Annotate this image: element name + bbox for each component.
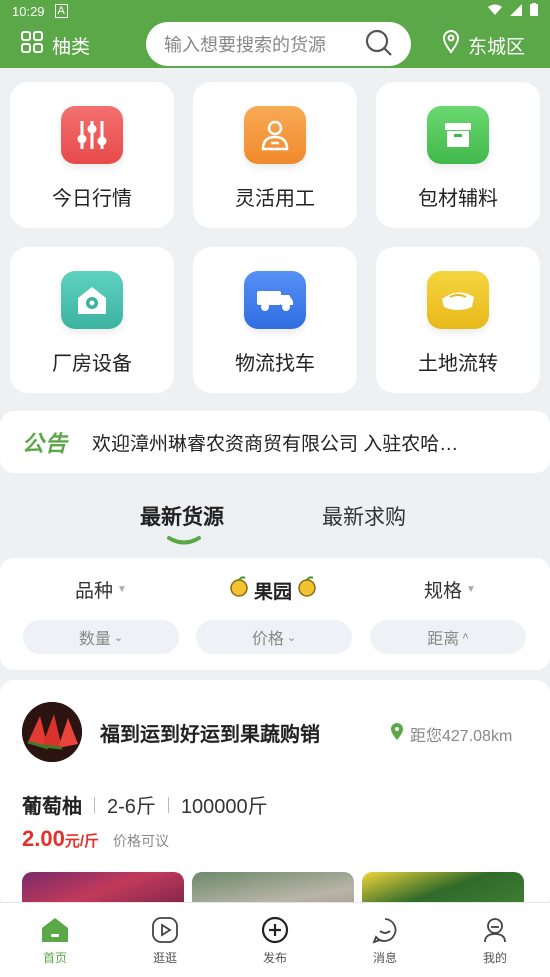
chevron-down-icon: ⌄ [113, 631, 124, 644]
shop-name[interactable]: 福到运到好运到果蔬购销 [100, 718, 320, 747]
menu-flexible-labor[interactable]: 灵活用工 [193, 82, 357, 228]
citrus-icon [296, 576, 318, 604]
caret-down-icon: ▼ [466, 584, 476, 595]
battery-icon [530, 3, 538, 19]
menu-label: 物流找车 [235, 353, 315, 375]
filter-label: 果园 [254, 581, 293, 603]
filter-variety[interactable]: 品种 ▼ [75, 576, 127, 603]
active-tab-indicator [167, 536, 201, 545]
location-label: 东城区 [468, 36, 526, 58]
nav-label: 我的 [482, 951, 507, 965]
filter-spec[interactable]: 规格 ▼ [424, 576, 476, 603]
filter-label: 价格 [251, 631, 284, 648]
menu-label: 包材辅料 [418, 188, 498, 210]
menu-factory-equipment[interactable]: 厂房设备 [10, 247, 174, 393]
nav-browse[interactable]: 逛逛 [110, 903, 220, 977]
supply-listing-card[interactable]: 福到运到好运到果蔬购销 距您427.08km 葡萄柚 2-6斤 100000斤 … [0, 680, 550, 910]
product-name: 葡萄柚 [22, 796, 82, 818]
nav-label: 发布 [262, 951, 287, 965]
tab-latest-demand[interactable]: 最新求购 [322, 501, 406, 531]
worker-icon [244, 106, 306, 164]
profile-icon [481, 915, 509, 945]
location-selector[interactable]: 东城区 [442, 30, 525, 60]
menu-land-transfer[interactable]: 土地流转 [376, 247, 540, 393]
play-icon [151, 915, 179, 945]
menu-today-market[interactable]: 今日行情 [10, 82, 174, 228]
sliders-icon [61, 106, 123, 164]
menu-packaging[interactable]: 包材辅料 [376, 82, 540, 228]
search-box[interactable]: 输入想要搜索的货源 [146, 22, 411, 66]
bottom-nav: 首页 逛逛 发布 消息 我的 [0, 902, 550, 977]
category-selector[interactable]: 柚类 [20, 30, 90, 60]
filter-orchard[interactable]: 果园 [228, 576, 318, 604]
citrus-icon [228, 576, 250, 604]
status-time: 10:29 [12, 3, 45, 19]
product-spec: 2-6斤 [107, 796, 156, 818]
signal-icon [510, 3, 522, 19]
menu-label: 今日行情 [52, 188, 132, 210]
divider [94, 796, 95, 813]
listing-tabs: 最新货源 最新求购 [0, 495, 550, 555]
filter-panel: 品种 ▼ 果园 规格 ▼ 数量 ⌄ 价格 ⌄ 距离 ˄ [0, 558, 550, 670]
nav-label: 逛逛 [152, 951, 177, 965]
menu-logistics[interactable]: 物流找车 [193, 247, 357, 393]
filter-label: 品种 [75, 581, 114, 602]
menu-label: 灵活用工 [235, 188, 315, 210]
shop-avatar[interactable] [22, 702, 82, 762]
nav-messages[interactable]: 消息 [330, 903, 440, 977]
top-header: 柚类 输入想要搜索的货源 东城区 [0, 22, 550, 68]
nav-home[interactable]: 首页 [0, 903, 110, 977]
grid-icon [20, 30, 44, 60]
menu-label: 厂房设备 [52, 353, 132, 375]
chevron-down-icon: ⌄ [286, 631, 297, 644]
announcement-tag: 公告 [22, 431, 69, 456]
nav-label: 首页 [42, 951, 67, 965]
notification-icon: A [54, 4, 68, 18]
category-label: 柚类 [52, 36, 91, 58]
announcement-text: 欢迎漳州琳睿农资商贸有限公司 入驻农哈… [92, 433, 459, 455]
home-icon [40, 915, 70, 945]
factory-gear-icon [61, 271, 123, 329]
negotiable-label: 价格可议 [113, 833, 169, 849]
filter-label: 数量 [78, 631, 111, 648]
caret-down-icon: ▼ [117, 584, 127, 595]
search-icon[interactable] [363, 27, 393, 62]
announcement-bar[interactable]: 公告 欢迎漳州琳睿农资商贸有限公司 入驻农哈… [0, 411, 550, 473]
location-pin-icon [442, 30, 460, 60]
distance-info: 距您427.08km [390, 722, 512, 746]
box-icon [427, 106, 489, 164]
product-summary: 葡萄柚 2-6斤 100000斤 [22, 790, 268, 819]
price-row: 2.00 元/斤 价格可议 [22, 826, 169, 852]
product-quantity: 100000斤 [180, 796, 268, 818]
nav-publish[interactable]: 发布 [220, 903, 330, 977]
message-icon [371, 915, 399, 945]
status-bar: 10:29 A [0, 0, 550, 22]
menu-label: 土地流转 [418, 353, 498, 375]
price-value: 2.00 [22, 826, 65, 851]
nav-label: 消息 [372, 951, 397, 965]
truck-icon [244, 271, 306, 329]
wifi-icon [488, 4, 502, 19]
filter-distance-pill[interactable]: 距离 ˄ [370, 620, 526, 654]
distance-text: 距您427.08km [410, 728, 513, 745]
search-placeholder: 输入想要搜索的货源 [164, 35, 326, 55]
price-unit: 元/斤 [64, 833, 99, 850]
land-icon [427, 271, 489, 329]
divider [167, 796, 169, 813]
filter-price-pill[interactable]: 价格 ⌄ [196, 620, 352, 654]
filter-label: 规格 [424, 581, 463, 602]
location-pin-icon [390, 722, 404, 746]
plus-circle-icon [260, 915, 290, 945]
tab-latest-supply[interactable]: 最新货源 [140, 501, 224, 531]
chevron-up-icon: ˄ [462, 631, 469, 643]
filter-quantity-pill[interactable]: 数量 ⌄ [23, 620, 179, 654]
filter-label: 距离 [427, 631, 460, 648]
nav-profile[interactable]: 我的 [440, 903, 550, 977]
